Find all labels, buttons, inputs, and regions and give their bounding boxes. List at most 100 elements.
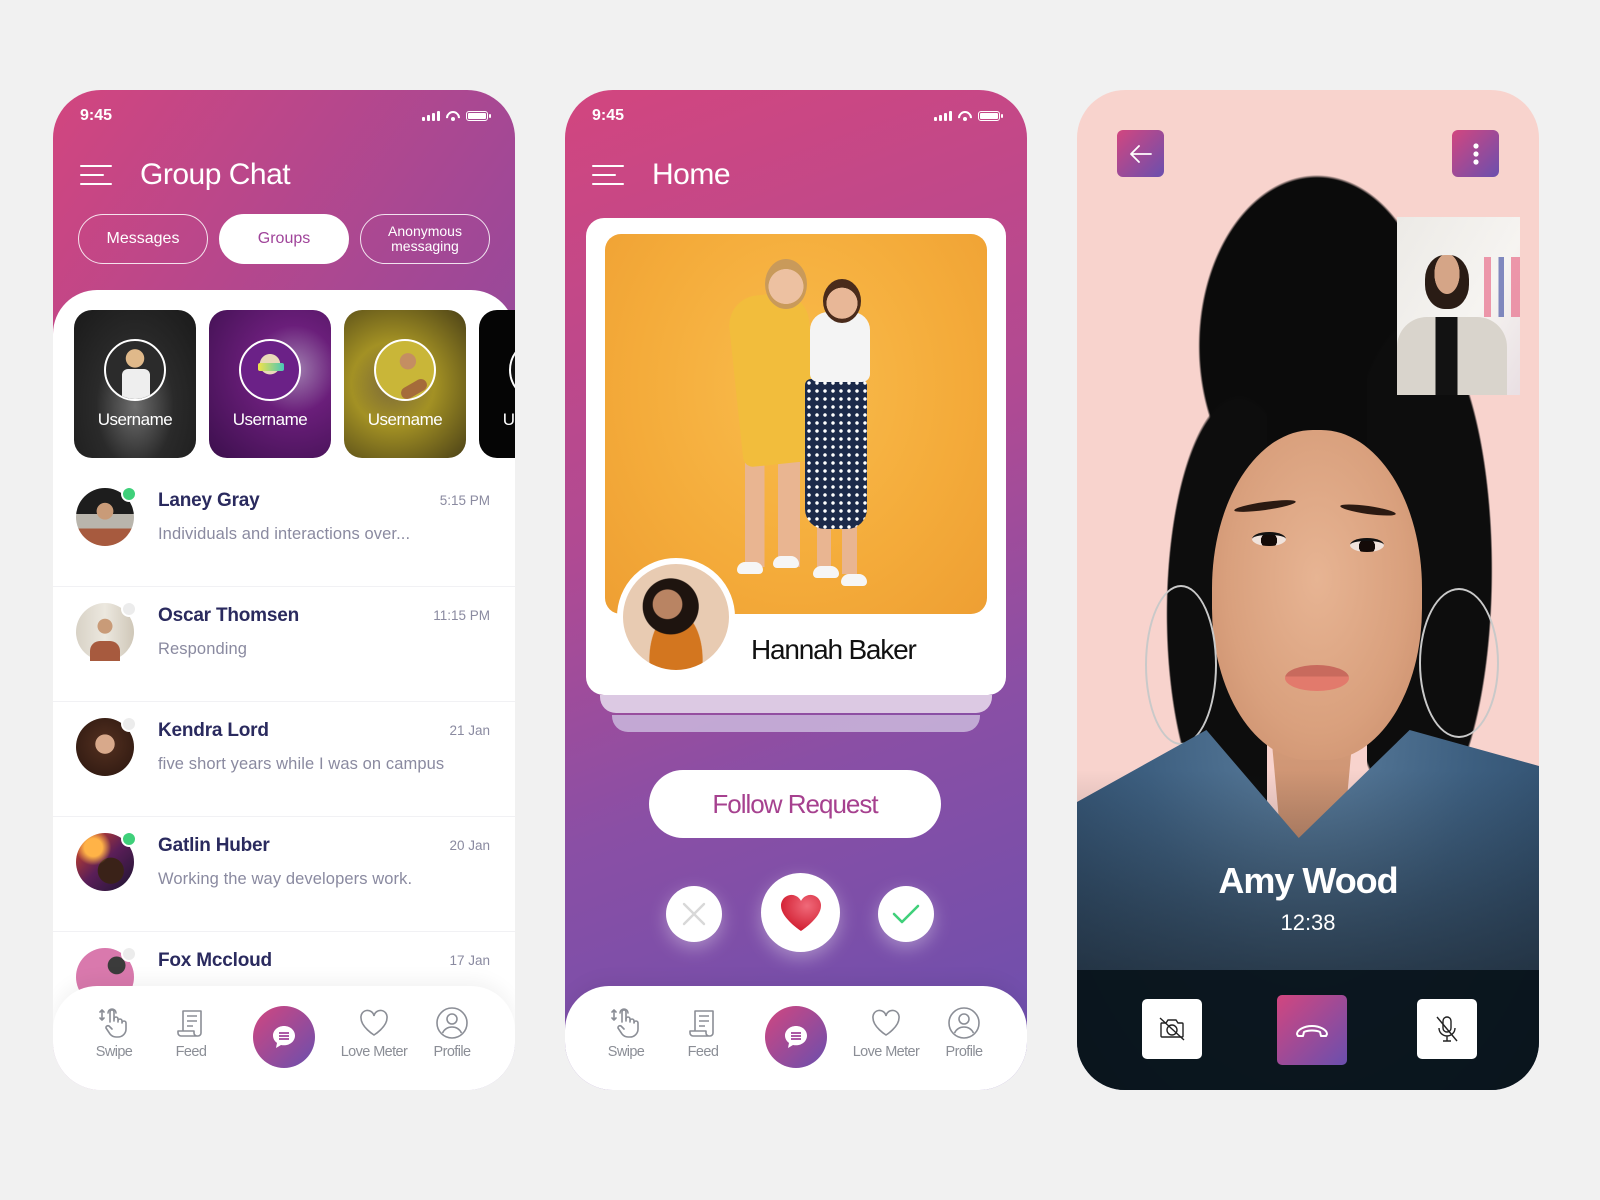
photo-figure [813, 566, 839, 578]
arrow-left-icon [1129, 144, 1152, 163]
stories-row[interactable]: Username Username Username Username [74, 310, 515, 458]
battery-icon [978, 111, 1003, 121]
story-card[interactable]: Username [209, 310, 331, 458]
tab-anonymous-label: Anonymous messaging [388, 223, 462, 254]
nav-profile[interactable]: Profile [412, 1006, 492, 1060]
status-bar: 9:45 [80, 106, 491, 126]
nav-feed[interactable]: Feed [663, 1006, 743, 1060]
nav-label: Profile [945, 1044, 984, 1060]
offline-status-dot [121, 716, 137, 732]
more-options-button[interactable] [1452, 130, 1499, 177]
message-time: 11:15 PM [433, 608, 490, 623]
story-card[interactable]: Username [74, 310, 196, 458]
end-call-button[interactable] [1277, 995, 1347, 1065]
feed-scroll-icon [689, 1010, 714, 1037]
status-icons [934, 111, 1003, 121]
video-figure [1397, 317, 1507, 395]
message-preview: five short years while I was on campus [158, 755, 445, 773]
tab-anonymous-messaging[interactable]: Anonymous messaging [360, 214, 490, 264]
message-preview: Working the way developers work. [158, 870, 413, 888]
nav-swipe[interactable]: Swipe [74, 1006, 154, 1060]
check-icon [892, 904, 920, 924]
photo-figure [773, 556, 799, 568]
chat-list: Laney Gray Individuals and interactions … [53, 472, 515, 1047]
contact-name: Oscar Thomsen [158, 605, 300, 626]
nav-chat-button[interactable] [765, 1006, 827, 1068]
camera-off-button[interactable] [1142, 999, 1202, 1059]
hamburger-icon[interactable] [592, 165, 624, 185]
profile-name: Hannah Baker [751, 634, 917, 665]
feed-scroll-icon [177, 1010, 202, 1037]
follow-request-button[interactable]: Follow Request [649, 770, 941, 838]
swipe-hand-icon [611, 1008, 639, 1038]
nav-label: Swipe [95, 1044, 133, 1060]
like-button[interactable] [761, 873, 840, 952]
video-figure [1339, 502, 1397, 518]
home-screen: 9:45 Home Hannah Baker Follow Request Sw… [565, 90, 1027, 1090]
nav-love-meter[interactable]: Love Meter [334, 1006, 414, 1060]
caller-name: Amy Wood [1218, 860, 1398, 901]
page-title: Group Chat [140, 158, 291, 191]
status-time: 9:45 [592, 107, 625, 124]
nav-label: Swipe [607, 1044, 645, 1060]
group-chat-screen: 9:45 Group Chat Messages Groups Anonymou… [53, 90, 515, 1090]
profile-card[interactable]: Hannah Baker [586, 218, 1006, 695]
nav-profile[interactable]: Profile [924, 1006, 1004, 1060]
status-time: 9:45 [80, 107, 113, 124]
reject-button[interactable] [666, 886, 722, 942]
chat-bubble-icon [273, 1026, 295, 1048]
header: Group Chat [80, 158, 291, 192]
video-figure [1350, 538, 1384, 552]
chat-list-item[interactable]: Gatlin Huber Working the way developers … [53, 817, 515, 932]
message-time: 20 Jan [449, 838, 490, 853]
page-title: Home [652, 158, 731, 191]
nav-swipe[interactable]: Swipe [586, 1006, 666, 1060]
video-figure [1145, 585, 1217, 745]
profile-avatar[interactable] [617, 558, 735, 676]
message-preview: Responding [158, 640, 248, 658]
wifi-icon [958, 111, 972, 121]
tab-messages[interactable]: Messages [78, 214, 208, 264]
user-circle-icon [436, 1007, 468, 1039]
contact-name: Laney Gray [158, 490, 260, 511]
message-time: 21 Jan [449, 723, 490, 738]
self-video-preview[interactable] [1397, 217, 1520, 395]
bottom-nav: Swipe Feed Love Meter Profile [53, 986, 515, 1090]
hamburger-icon[interactable] [80, 165, 112, 185]
nav-chat-button[interactable] [253, 1006, 315, 1068]
heart-outline-icon [360, 1009, 388, 1036]
video-figure [1233, 497, 1297, 515]
story-avatar [374, 339, 436, 401]
message-time: 5:15 PM [439, 493, 490, 508]
chat-list-item[interactable]: Oscar Thomsen Responding 11:15 PM [53, 587, 515, 702]
status-bar: 9:45 [592, 106, 1003, 126]
story-username: Username [502, 410, 515, 429]
mic-off-icon [1436, 1016, 1458, 1042]
chat-bubble-icon [785, 1026, 807, 1048]
battery-icon [466, 111, 491, 121]
status-icons [422, 111, 491, 121]
mute-button[interactable] [1417, 999, 1477, 1059]
close-icon [682, 902, 706, 926]
chat-list-item[interactable]: Kendra Lord five short years while I was… [53, 702, 515, 817]
camera-off-icon [1159, 1017, 1185, 1041]
online-status-dot [121, 831, 137, 847]
photo-figure [823, 279, 861, 323]
tab-bar: Messages Groups Anonymous messaging [78, 214, 490, 264]
bottom-nav: Swipe Feed Love Meter Profile [565, 986, 1027, 1090]
story-card[interactable]: Username [344, 310, 466, 458]
tab-groups[interactable]: Groups [219, 214, 349, 264]
heart-outline-icon [872, 1009, 900, 1036]
story-card[interactable]: Username [479, 310, 515, 458]
call-duration: 12:38 [1280, 910, 1336, 935]
accept-button[interactable] [878, 886, 934, 942]
story-avatar [509, 339, 515, 401]
signal-icon [934, 111, 952, 121]
photo-figure [765, 259, 807, 309]
nav-love-meter[interactable]: Love Meter [846, 1006, 926, 1060]
nav-feed[interactable]: Feed [151, 1006, 231, 1060]
card-stack-layer [600, 695, 992, 713]
offline-status-dot [121, 601, 137, 617]
chat-list-item[interactable]: Laney Gray Individuals and interactions … [53, 472, 515, 587]
back-button[interactable] [1117, 130, 1164, 177]
